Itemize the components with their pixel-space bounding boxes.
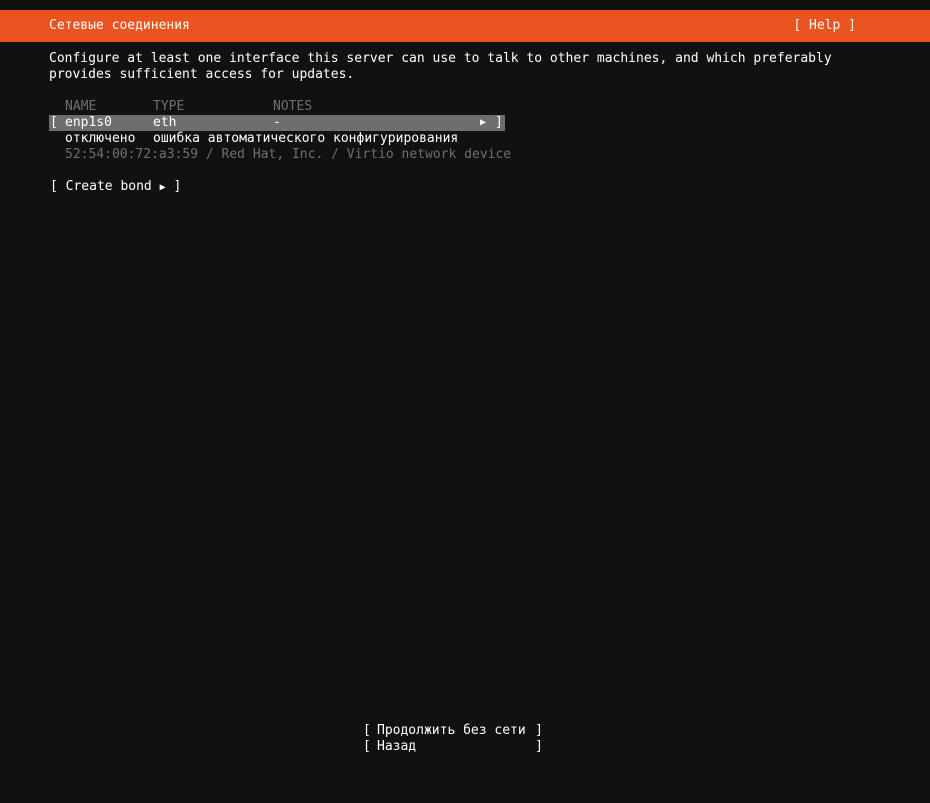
interface-status: отключено bbox=[65, 131, 136, 146]
create-bond-bracket-close: ] bbox=[173, 179, 182, 194]
intro-line-2: provides sufficient access for updates. bbox=[49, 67, 355, 82]
create-bond-bracket-open: [ bbox=[50, 179, 58, 194]
triangle-right-icon[interactable]: ▶ bbox=[480, 115, 486, 131]
column-header-notes: NOTES bbox=[273, 99, 313, 114]
intro-line-1: Configure at least one interface this se… bbox=[49, 51, 832, 66]
interface-status-note: ошибка автоматического конфигурирования bbox=[153, 131, 459, 146]
help-button[interactable]: [ Help ] bbox=[793, 18, 856, 34]
interface-row-enp1s0[interactable]: [ enp1s0 eth - ▶ ] bbox=[49, 115, 505, 131]
continue-without-network-label: Продолжить без сети bbox=[377, 723, 526, 738]
interface-notes: - bbox=[273, 115, 281, 130]
interface-name: enp1s0 bbox=[65, 115, 112, 130]
back-label: Назад bbox=[377, 739, 417, 754]
column-header-name: NAME bbox=[65, 99, 97, 114]
button-bracket-open: [ bbox=[363, 739, 371, 754]
interface-hardware: 52:54:00:72:a3:59 / Red Hat, Inc. / Virt… bbox=[65, 147, 512, 162]
table-header: NAME TYPE NOTES bbox=[49, 99, 509, 115]
row-bracket-open: [ bbox=[50, 115, 58, 130]
create-bond-button[interactable]: [ Create bond ▶ ] bbox=[50, 179, 181, 196]
row-bracket-close: ] bbox=[495, 115, 503, 130]
title-bar: Сетевые соединения [ Help ] bbox=[0, 10, 930, 42]
interface-type: eth bbox=[153, 115, 177, 130]
top-strip bbox=[0, 0, 930, 10]
back-button[interactable]: [ Назад ] bbox=[363, 739, 545, 755]
intro-text: Configure at least one interface this se… bbox=[49, 51, 879, 83]
triangle-right-icon: ▶ bbox=[159, 182, 166, 193]
continue-without-network-button[interactable]: [ Продолжить без сети ] bbox=[363, 723, 545, 739]
page-title: Сетевые соединения bbox=[49, 18, 190, 33]
interface-hardware-row: 52:54:00:72:a3:59 / Red Hat, Inc. / Virt… bbox=[49, 147, 511, 163]
create-bond-label: Create bond bbox=[65, 179, 152, 194]
button-bracket-open: [ bbox=[363, 723, 371, 738]
button-bracket-close: ] bbox=[535, 723, 543, 738]
column-header-type: TYPE bbox=[153, 99, 185, 114]
button-bracket-close: ] bbox=[535, 739, 543, 754]
interface-status-row: отключено ошибка автоматического конфигу… bbox=[49, 131, 505, 147]
